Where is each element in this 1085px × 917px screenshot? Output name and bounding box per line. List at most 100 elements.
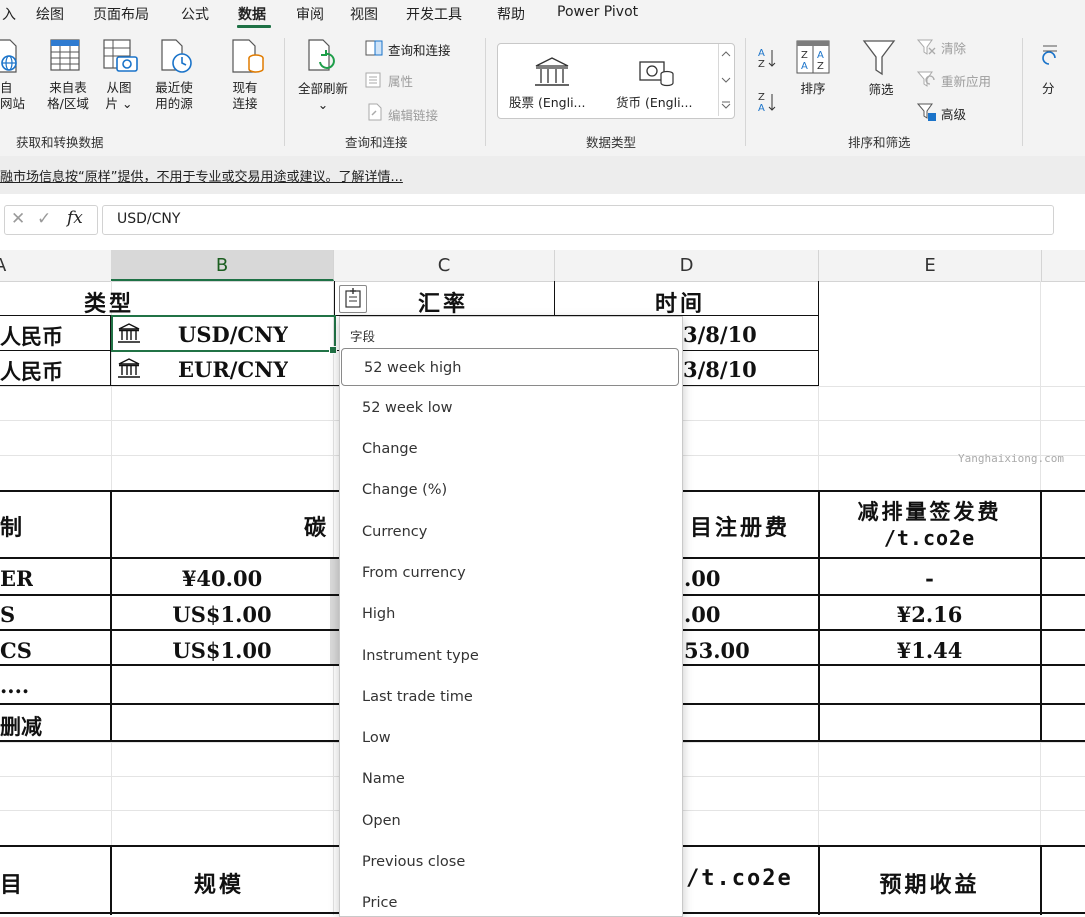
picture-icon (103, 39, 138, 72)
field-option-52-week-high[interactable]: 52 week high (341, 348, 679, 386)
field-option-low[interactable]: Low (340, 719, 682, 757)
field-option-change[interactable]: Change (340, 430, 682, 468)
t2-r1-a: ER (0, 566, 34, 591)
menu-page-layout[interactable]: 页面布局 (93, 4, 149, 24)
refresh-icon (308, 39, 335, 71)
header-rate: 汇率 (418, 291, 469, 317)
header-time: 时间 (655, 291, 706, 317)
column-header-a[interactable]: A (0, 250, 112, 281)
reapply-filter-label: 重新应用 (941, 74, 992, 89)
svg-text:A: A (758, 103, 765, 114)
t3-header-b: 规模 (194, 872, 245, 898)
field-option-from-currency[interactable]: From currency (340, 554, 682, 592)
info-bar: 融市场信息按“原样”提供，不用于专业或交易用途或建议。了解详情... (0, 156, 1085, 195)
chevron-down-icon[interactable] (721, 76, 731, 84)
field-option-open[interactable]: Open (340, 802, 682, 840)
next-group-label: 分 (1042, 81, 1055, 96)
column-header-d[interactable]: D (555, 250, 819, 281)
field-option-instrument-type[interactable]: Instrument type (340, 637, 682, 675)
from-web-label-2: 网站 (0, 96, 26, 111)
field-option-last-trade-time[interactable]: Last trade time (340, 678, 682, 716)
info-bar-message-link[interactable]: 融市场信息按“原样”提供，不用于专业或交易用途或建议。了解详情... (0, 166, 403, 185)
gallery-scrollbar[interactable] (718, 44, 733, 116)
queries-icon (365, 40, 383, 56)
insert-function-icon[interactable]: fx (67, 208, 83, 228)
menu-view[interactable]: 视图 (350, 4, 378, 24)
insert-data-button[interactable] (339, 285, 367, 313)
existing-connections-label-2: 连接 (232, 96, 258, 111)
column-header-b[interactable]: B (111, 250, 334, 281)
menu-power-pivot[interactable]: Power Pivot (557, 4, 638, 20)
bank-icon[interactable] (118, 357, 140, 379)
cell-d2: 3/8/10 (683, 322, 757, 347)
t2-r2-e: ¥2.16 (896, 602, 963, 627)
column-header-row: A B C D E (0, 250, 1085, 282)
column-header-e[interactable]: E (819, 250, 1042, 281)
reapply-filter-icon (917, 71, 935, 87)
t2-r2-d: .00 (684, 602, 721, 627)
enter-icon[interactable]: ✓ (37, 209, 51, 229)
group-label-queries: 查询和连接 (345, 135, 408, 150)
group-label-get-data: 获取和转换数据 (16, 135, 104, 150)
svg-text:A: A (801, 61, 808, 72)
clear-filter-icon (917, 39, 936, 55)
t2-header-d: 目注册费 (690, 515, 791, 541)
t2-r3-b: US$1.00 (172, 638, 272, 663)
field-option-previous-close[interactable]: Previous close (340, 843, 682, 881)
cell-d3: 3/8/10 (683, 357, 757, 382)
t3-header-e: 预期收益 (879, 872, 980, 898)
t2-r3-a: CS (0, 638, 32, 663)
edit-links-label: 编辑链接 (388, 108, 439, 123)
currency-icon (639, 61, 674, 87)
fill-handle[interactable] (329, 346, 337, 354)
menu-insert[interactable]: 入 (2, 4, 16, 24)
menu-developer[interactable]: 开发工具 (406, 4, 462, 24)
field-option-change-percent[interactable]: Change (%) (340, 471, 682, 509)
field-option-high[interactable]: High (340, 595, 682, 633)
group-label-sort-filter: 排序和筛选 (848, 135, 911, 150)
edit-links-icon (368, 103, 382, 121)
chevron-up-icon[interactable] (721, 50, 731, 58)
t2-r2-b: US$1.00 (172, 602, 272, 627)
advanced-filter-icon (917, 103, 936, 121)
menu-draw[interactable]: 绘图 (36, 4, 64, 24)
t2-r4-a: .... (0, 673, 30, 698)
field-option-name[interactable]: Name (340, 760, 682, 798)
formula-value: USD/CNY (117, 211, 181, 227)
properties-icon (365, 72, 381, 88)
svg-text:Z: Z (758, 59, 765, 70)
field-option-52-week-low[interactable]: 52 week low (340, 389, 682, 427)
currencies-data-type-label: 货币 (Engli... (616, 95, 693, 110)
filter-icon (862, 40, 896, 76)
group-separator (745, 38, 746, 146)
ribbon: 自 网站 来自表 格/区域 从图 片 ⌄ 最近使 用的源 现有 连接 获取和转换… (0, 28, 1085, 157)
cancel-icon[interactable]: ✕ (11, 209, 25, 229)
from-table-label-1: 来自表 (49, 80, 87, 95)
menu-bar: 入 绘图 页面布局 公式 数据 审阅 视图 开发工具 帮助 Power Pivo… (0, 0, 1085, 28)
sort-descending-icon: Z A (758, 92, 776, 114)
expand-gallery-icon[interactable] (721, 100, 731, 110)
field-dropdown[interactable]: 字段 52 week high 52 week low Change Chang… (339, 316, 683, 917)
menu-help[interactable]: 帮助 (497, 4, 525, 24)
menu-data[interactable]: 数据 (238, 4, 266, 24)
insert-data-icon (345, 288, 361, 308)
refresh-all-dropdown[interactable]: ⌄ (292, 97, 354, 113)
menu-formulas[interactable]: 公式 (181, 4, 209, 24)
queries-connections-label: 查询和连接 (388, 43, 451, 58)
sort-icon: Z A A Z (796, 40, 830, 74)
field-option-price[interactable]: Price (340, 884, 682, 916)
web-icon (0, 39, 17, 73)
svg-text:Z: Z (801, 50, 808, 61)
t2-r1-e: - (925, 566, 934, 591)
bank-icon[interactable] (118, 322, 140, 344)
menu-review[interactable]: 审阅 (296, 4, 324, 24)
formula-input[interactable]: USD/CNY (102, 205, 1054, 235)
table-icon (50, 39, 80, 71)
cell-a3: 人民币 (0, 359, 63, 384)
t2-header-e-line1: 减排量签发费 (857, 499, 1002, 524)
bank-icon (535, 57, 569, 86)
column-header-c[interactable]: C (334, 250, 555, 281)
field-option-currency[interactable]: Currency (340, 513, 682, 551)
t2-r3-d: 53.00 (684, 638, 750, 663)
from-picture-label-1: 从图 (106, 80, 132, 95)
